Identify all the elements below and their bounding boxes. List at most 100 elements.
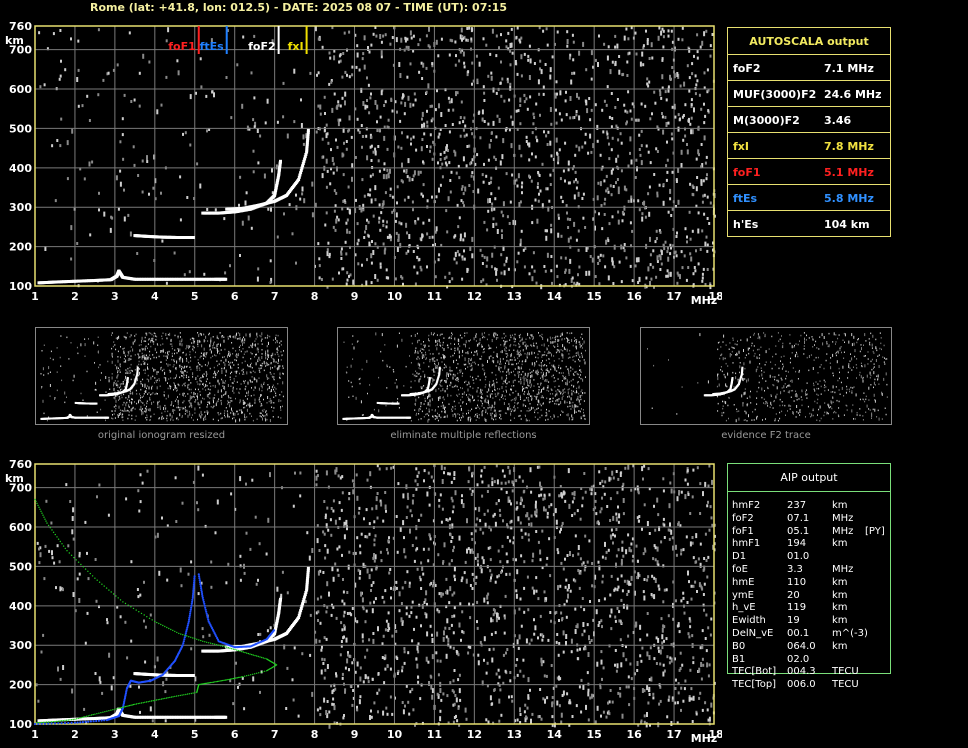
bottom-ionogram-series-6-mark [229, 647, 231, 649]
bottom-ionogram-series-6-mark [215, 681, 217, 683]
autoscala-row-value: 7.8 MHz [824, 140, 874, 153]
bottom-ionogram-series-4-mark [192, 587, 195, 590]
bottom-ionogram-x-tick-1: 1 [31, 728, 39, 741]
bottom-ionogram-series-6-mark [70, 554, 73, 556]
bottom-ionogram-series-5-mark [207, 618, 210, 621]
bottom-ionogram-series-6-mark [219, 680, 221, 682]
bottom-ionogram-series-6-mark [119, 599, 122, 601]
bottom-ionogram-series-6-mark [188, 693, 191, 695]
bottom-ionogram-series-6-mark [241, 650, 243, 653]
thumbnail-0-trace-mark [126, 377, 129, 379]
bottom-ionogram-series-6-mark [84, 716, 86, 718]
bottom-ionogram-series-6-mark [246, 675, 248, 677]
thumbnail-eliminate-plot [342, 332, 586, 423]
bottom-ionogram-series-6-mark [64, 719, 66, 722]
bottom-ionogram-series-4-mark [189, 610, 192, 613]
bottom-ionogram-y-tick-200: 200 [9, 679, 32, 692]
aip-row-value: 20 [787, 589, 800, 601]
bottom-ionogram-series-6-mark [144, 701, 146, 703]
bottom-ionogram-series-6-mark [44, 721, 46, 723]
bottom-ionogram-series-6-mark [227, 678, 229, 681]
top-ionogram-x-tick-10: 10 [387, 290, 403, 303]
bottom-ionogram-series-4-mark [183, 638, 186, 641]
bottom-ionogram-series-6-mark [130, 704, 132, 706]
bottom-ionogram-series-6-mark [204, 641, 206, 643]
bottom-ionogram-series-6-mark [165, 697, 168, 699]
top-ionogram-x-tick-17: 17 [666, 290, 681, 303]
aip-row-label: h_vE [732, 602, 756, 614]
bottom-ionogram-series-6-mark [183, 694, 185, 696]
bottom-ionogram-series-6-mark [92, 713, 94, 716]
bottom-ionogram-series-6-mark [179, 694, 181, 697]
bottom-ionogram-series-6-mark [264, 657, 266, 660]
bottom-ionogram-series-6-mark [239, 676, 241, 678]
autoscala-title: AUTOSCALA output [728, 28, 890, 55]
bottom-ionogram-series-6-mark [132, 703, 135, 706]
bottom-ionogram-series-6-mark [254, 654, 256, 657]
bottom-ionogram-series-4-mark [187, 620, 190, 623]
autoscala-row-label: foF1 [733, 166, 761, 179]
aip-row-value: 02.0 [787, 653, 810, 665]
bottom-ionogram-x-tick-14: 14 [547, 728, 563, 741]
bottom-ionogram-series-6-mark [210, 642, 212, 644]
bottom-ionogram-series-5-mark [203, 602, 206, 605]
bottom-ionogram-series-6-mark [89, 714, 91, 717]
bottom-ionogram-series-6-mark [104, 711, 106, 713]
bottom-ionogram-series-4-mark [182, 642, 185, 645]
bottom-ionogram-series-4-mark [188, 618, 191, 621]
bottom-ionogram-series-6-mark [73, 556, 75, 559]
bottom-ionogram-series-6-mark [249, 653, 251, 655]
bottom-ionogram-series-6-mark [47, 524, 50, 527]
bottom-ionogram-series-6-mark [96, 579, 98, 581]
bottom-ionogram-series-6-mark [160, 698, 163, 700]
top-ionogram-x-tick-16: 16 [626, 290, 642, 303]
bottom-ionogram-series-6-mark [257, 655, 259, 658]
bottom-ionogram-series-6-mark [110, 709, 112, 711]
autoscala-row-label: M(3000)F2 [733, 114, 800, 127]
bottom-ionogram-series-4-mark [100, 719, 103, 722]
bottom-ionogram-series-6-mark [170, 696, 173, 698]
bottom-ionogram-series-6-mark [151, 619, 153, 621]
bottom-ionogram-series-6-mark [42, 514, 44, 516]
bottom-ionogram-series-6-mark [80, 563, 82, 566]
top-ionogram-series-3-mark [306, 128, 310, 132]
aip-row-value: 110 [787, 576, 807, 588]
bottom-ionogram-y-tick-100: 100 [9, 718, 32, 731]
bottom-ionogram-series-6-mark [196, 638, 198, 640]
bottom-ionogram-series-6-mark [167, 697, 169, 699]
bottom-ionogram-series-6-mark [226, 646, 228, 648]
bottom-ionogram-x-tick-9: 9 [351, 728, 359, 741]
bottom-ionogram-x-tick-16: 16 [626, 728, 642, 741]
bottom-ionogram-y-label: km [5, 472, 24, 485]
bottom-ionogram-series-6-mark [57, 720, 59, 722]
bottom-ionogram-series-6-mark [162, 698, 164, 700]
aip-row-label: TEC[Top] [732, 679, 777, 691]
top-ionogram-marker-label-1: ftEs [200, 40, 225, 53]
bottom-ionogram-series-6-mark [262, 657, 264, 659]
top-ionogram-marker-label-0: foF1 [168, 40, 196, 53]
thumbnail-original-plot [40, 332, 284, 423]
bottom-ionogram-series-6-mark [89, 572, 92, 575]
bottom-ionogram-series-6-mark [178, 632, 180, 635]
aip-row-unit: km [832, 538, 848, 550]
autoscala-row: ftEs 5.8 MHz [728, 185, 890, 211]
bottom-ionogram-series-6-mark [232, 677, 235, 680]
bottom-ionogram-series-5-mark [198, 575, 201, 578]
bottom-ionogram-series-6-mark [180, 633, 182, 635]
bottom-ionogram-series-4-mark [193, 575, 196, 578]
bottom-ionogram-series-6-mark [174, 630, 176, 633]
thumbnail-0-trace-mark [107, 416, 110, 419]
bottom-ionogram-series-4-mark [95, 719, 98, 723]
bottom-ionogram-series-4-mark [189, 612, 192, 615]
bottom-ionogram-series-5-mark [198, 579, 201, 582]
bottom-ionogram-series-6-mark [77, 561, 80, 563]
bottom-ionogram-series-5-mark [199, 585, 202, 588]
bottom-ionogram-series-6-mark [186, 635, 188, 637]
bottom-ionogram-series-6-mark [127, 705, 129, 707]
bottom-ionogram-series-6-mark [236, 649, 238, 651]
bottom-ionogram-series-6-mark [212, 643, 214, 645]
bottom-ionogram-series-4-mark [183, 636, 186, 639]
bottom-ionogram-series-6-mark [77, 717, 80, 720]
bottom-ionogram-series-6-mark [82, 566, 85, 568]
aip-row-label: D1 [732, 551, 747, 563]
